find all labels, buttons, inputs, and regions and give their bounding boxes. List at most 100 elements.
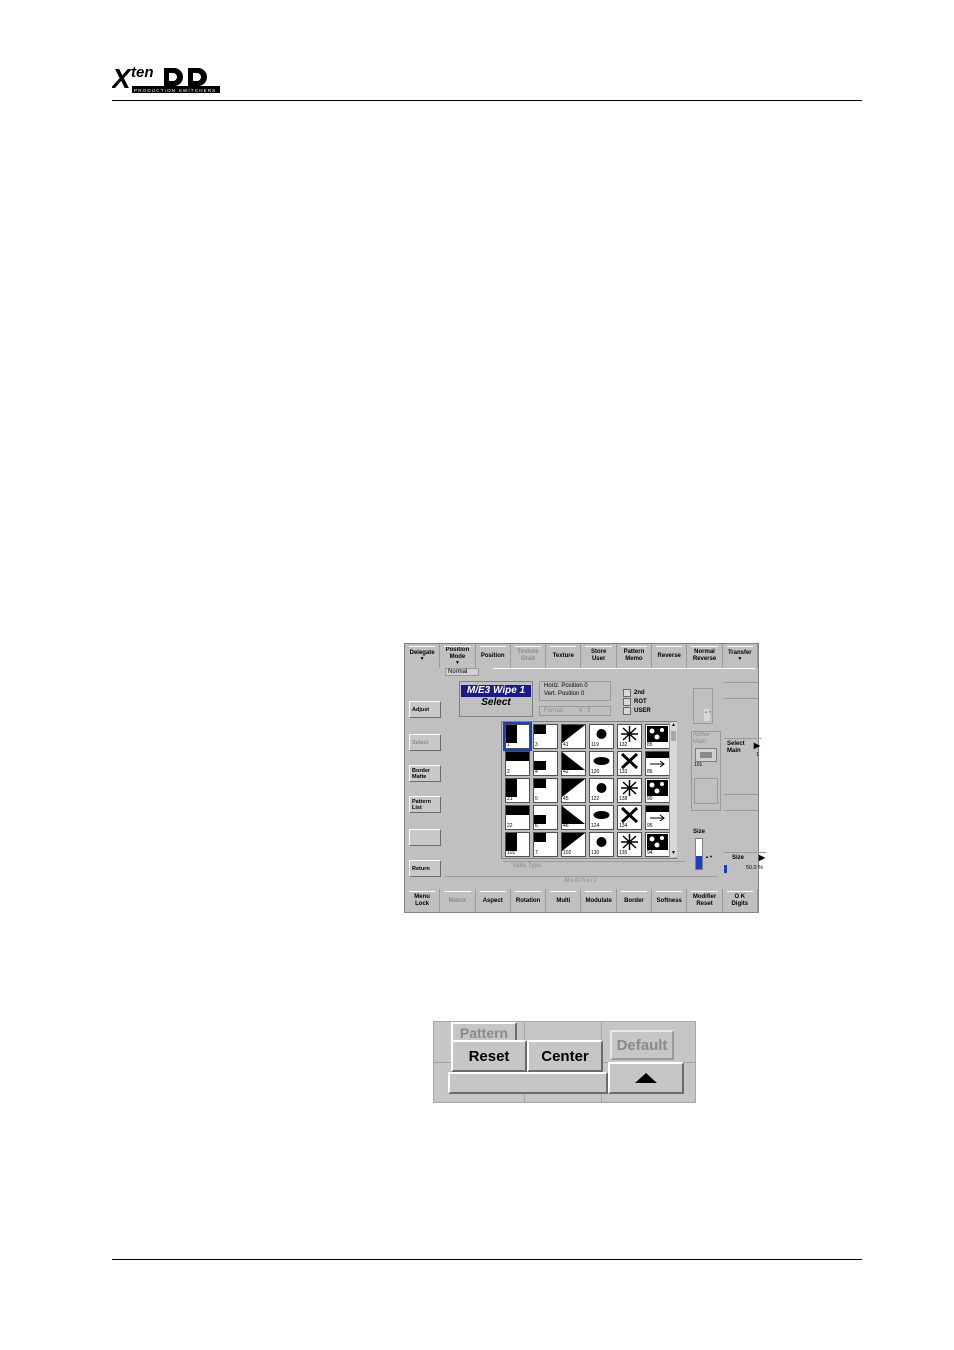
size-meter[interactable] xyxy=(695,838,703,870)
checkbox-box-icon[interactable] xyxy=(623,688,631,697)
bottom-o-k-digits-button[interactable]: O K Digits xyxy=(723,889,758,913)
menu-title: M/E3 Wipe 1 xyxy=(461,685,531,697)
default-button[interactable]: Default xyxy=(610,1030,674,1060)
select-main-button[interactable]: Select Main ▶ 1 xyxy=(724,738,761,761)
top-normal-reverse-button[interactable]: Normal Reverse xyxy=(687,644,723,668)
checkbox-2nd[interactable]: 2nd xyxy=(623,688,645,697)
pattern-cell[interactable]: 45 xyxy=(561,778,586,803)
checkbox-box-icon[interactable] xyxy=(623,697,631,706)
up-arrow-button[interactable] xyxy=(608,1062,684,1094)
logo-subtitle: PRODUCTION SWITCHERS xyxy=(134,88,217,93)
bottom-border-button[interactable]: Border xyxy=(617,889,653,913)
left-border-matte-button[interactable]: Border Matte xyxy=(409,765,441,782)
pattern-cell[interactable]: 1 xyxy=(503,722,532,751)
pattern-cell[interactable]: 122 xyxy=(589,778,614,803)
top-position-mode-button[interactable]: Position Mode ▼ xyxy=(440,644,476,668)
pattern-cell[interactable]: 46 xyxy=(561,805,586,830)
header-rule xyxy=(112,100,862,101)
pattern-cell[interactable]: 130 xyxy=(589,832,614,857)
bottom-rotation-button[interactable]: Rotation xyxy=(511,889,547,913)
top-softkey-bar: Delegate ▼ Position Mode ▼ Position Texture G… xyxy=(405,644,758,668)
pattern-cell[interactable]: 135 xyxy=(617,832,642,857)
reset-button[interactable]: Reset xyxy=(451,1040,527,1072)
modifiers-text: Modifiers xyxy=(564,878,598,884)
bottom-modulate-button[interactable]: Modulate xyxy=(581,889,617,913)
pattern-number: 6 xyxy=(535,823,538,829)
scroll-up-icon[interactable]: ▲ xyxy=(670,722,677,729)
pattern-cell[interactable]: 95 xyxy=(645,805,670,830)
top-store-user-button[interactable]: Store User xyxy=(581,644,617,668)
bottom-modifier-reset-button[interactable]: Modifier Reset xyxy=(687,889,723,913)
pattern-number: 46 xyxy=(563,823,569,829)
pattern-cell[interactable]: 134 xyxy=(617,805,642,830)
scroll-down-icon[interactable]: ▼ xyxy=(670,850,677,857)
left-pattern-list-button[interactable]: Pattern List xyxy=(409,796,441,813)
bottom-button-label: Modulate xyxy=(585,897,612,904)
bottom-multi-button[interactable]: Multi xyxy=(546,889,582,913)
top-reverse-button[interactable]: Reverse xyxy=(652,644,688,668)
left-return-button[interactable]: Return xyxy=(409,860,441,877)
size-right-button[interactable]: Size ▶ 50.0 % xyxy=(724,852,766,875)
pattern-cell[interactable]: 94 xyxy=(645,832,670,857)
pattern-cell[interactable]: 138 xyxy=(617,778,642,803)
size-right-indicator xyxy=(724,865,727,873)
pattern-cell[interactable]: 90 xyxy=(645,778,670,803)
blank-button[interactable] xyxy=(448,1072,608,1094)
wipe-pattern-icon xyxy=(647,834,668,850)
pattern-cell[interactable]: 132 xyxy=(617,724,642,749)
wipe-pattern-icon xyxy=(620,806,639,824)
pattern-cell[interactable]: 119 xyxy=(589,724,614,749)
pattern-cell[interactable]: 85 xyxy=(645,724,670,749)
pattern-cell[interactable]: 4 xyxy=(533,751,558,776)
size-stepper-icon[interactable]: ▲▼ xyxy=(705,854,713,866)
slider-arrows-icon[interactable]: ▲▼ xyxy=(704,709,712,721)
format-field: Format 4 : 3 xyxy=(539,706,611,716)
pattern-cell[interactable]: 21 xyxy=(505,778,530,803)
bottom-softness-button[interactable]: Softness xyxy=(652,889,688,913)
pattern-cell[interactable]: 22 xyxy=(505,805,530,830)
top-transfer-button[interactable]: Transfer ▼ xyxy=(723,644,758,668)
left-select-button[interactable]: Select xyxy=(409,734,441,751)
scroll-thumb[interactable] xyxy=(671,731,676,741)
top-position-button[interactable]: Position xyxy=(476,644,511,668)
checkbox-label: 2nd xyxy=(634,689,645,696)
pattern-cell[interactable]: 101 xyxy=(505,832,530,857)
left-adjust-button[interactable]: Adjust xyxy=(409,701,441,718)
bottom-menu-lock-button[interactable]: Menu Lock xyxy=(405,889,441,913)
top-delegate-button[interactable]: Delegate ▼ xyxy=(405,644,441,668)
checkbox-box-icon[interactable] xyxy=(623,706,631,715)
top-texture-grab-button[interactable]: Texture Grab xyxy=(511,644,547,668)
pattern-cell[interactable]: 5 xyxy=(533,778,558,803)
pattern-cell[interactable]: 6 xyxy=(533,805,558,830)
bottom-button-label: Softness xyxy=(656,897,682,904)
bottom-aspect-button[interactable]: Aspect xyxy=(476,889,511,913)
pattern-cell[interactable]: 7 xyxy=(533,832,558,857)
pattern-cell[interactable]: 42 xyxy=(561,751,586,776)
pattern-cell[interactable]: 3 xyxy=(533,724,558,749)
wipe-pattern-icon xyxy=(562,725,585,743)
pattern-cell[interactable]: 2 xyxy=(505,751,530,776)
select-main-arrow-icon: ▶ xyxy=(753,741,760,750)
top-texture-button[interactable]: Texture xyxy=(546,644,582,668)
top-button-label: Texture Grab xyxy=(517,649,539,662)
pattern-cell[interactable]: 86 xyxy=(645,751,670,776)
left-empty-button[interactable] xyxy=(409,829,441,846)
size-right-arrow-icon: ▶ xyxy=(758,853,765,862)
pattern-cell[interactable]: 120 xyxy=(589,751,614,776)
top-pattern-memo-button[interactable]: Pattern Memo xyxy=(617,644,653,668)
pattern-cell[interactable]: 124 xyxy=(589,805,614,830)
pattern-cell[interactable]: 41 xyxy=(561,724,586,749)
bottom-matrix-button[interactable]: Matrix xyxy=(440,889,476,913)
pattern-cell[interactable]: 102 xyxy=(561,832,586,857)
checkbox-user[interactable]: USER xyxy=(623,706,651,715)
center-button[interactable]: Center xyxy=(527,1040,603,1072)
checkbox-rot[interactable]: ROT xyxy=(623,697,647,706)
format-label: Format xyxy=(544,708,564,714)
pattern-cell[interactable]: 133 xyxy=(617,751,642,776)
pattern-number: 124 xyxy=(591,823,600,829)
pattern-grid: 1 3 41 119 132 85 2 4 42 120 133 86 21 5 45 122 138 90 22 6… xyxy=(501,721,677,859)
top-button-label: Store User xyxy=(590,649,607,662)
pattern-scrollbar[interactable]: ▲ ▼ xyxy=(669,722,677,857)
pattern-reset-fragment: Pattern Default Reset Center xyxy=(433,1021,696,1103)
wipe-pattern-icon xyxy=(534,761,546,770)
